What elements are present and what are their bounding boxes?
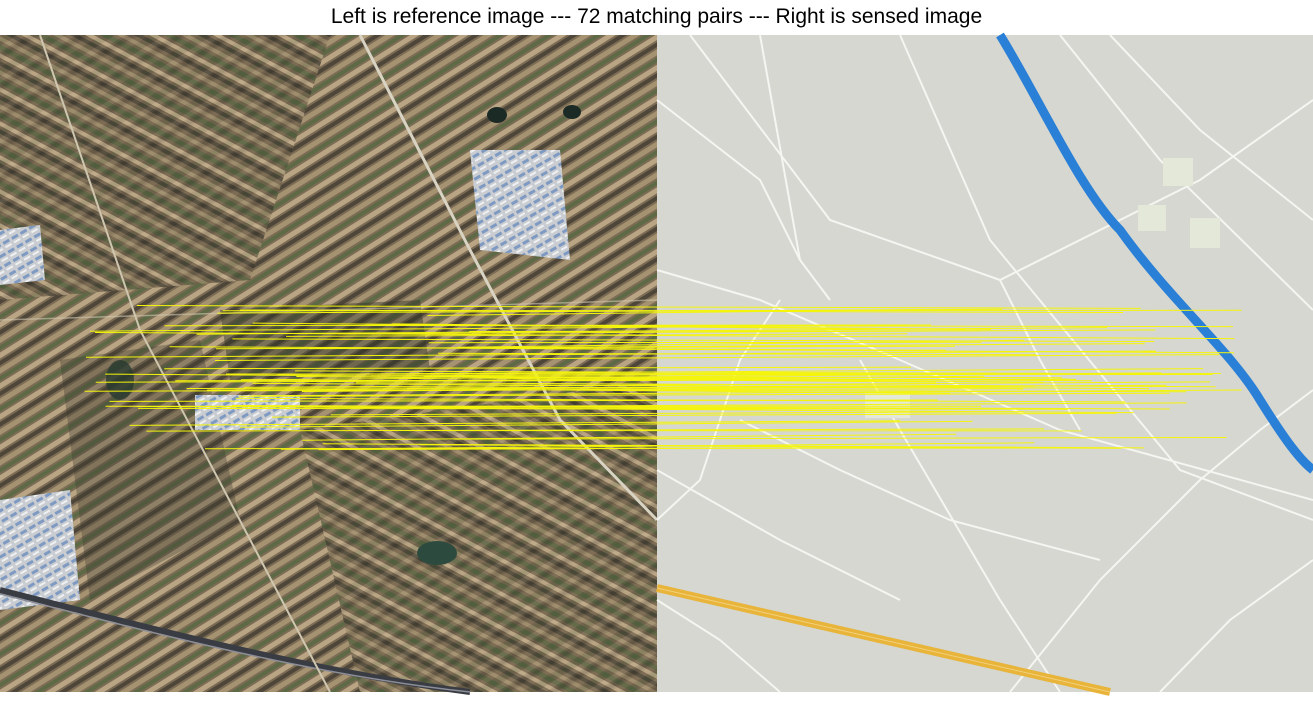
match-line	[222, 309, 1242, 312]
sensed-image-panel	[656, 32, 1313, 696]
reference-image-panel	[0, 34, 659, 695]
matching-figure	[0, 32, 1313, 696]
match-line	[225, 373, 1213, 375]
